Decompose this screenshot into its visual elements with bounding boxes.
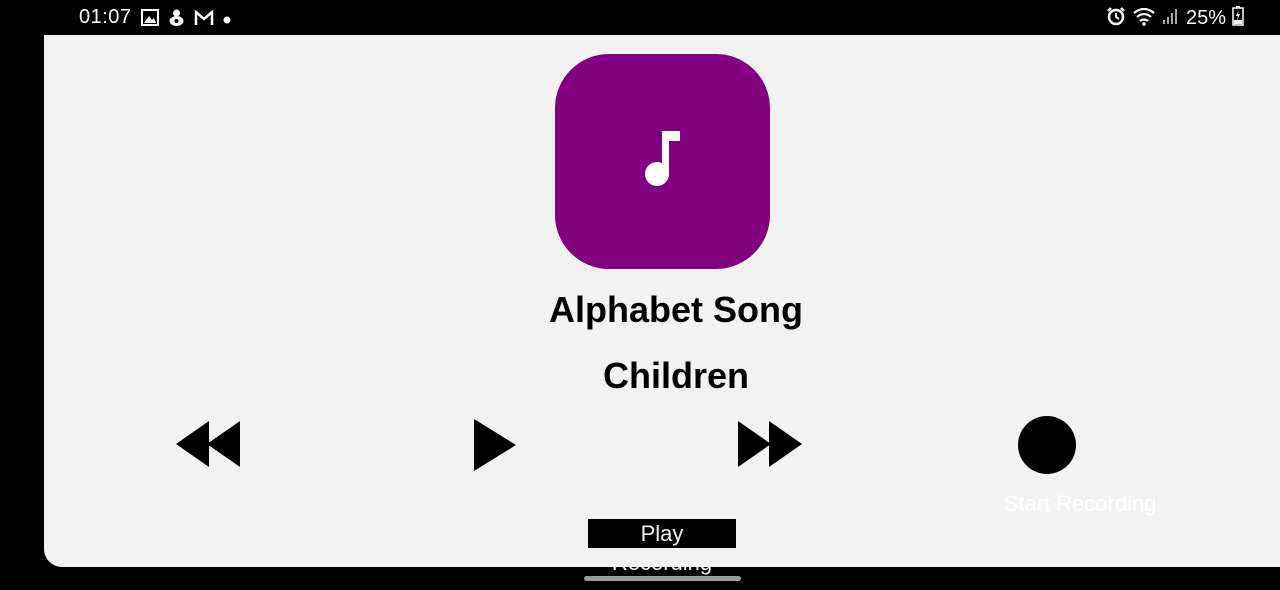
home-indicator[interactable] xyxy=(584,576,741,581)
status-bar: 01:07 25% xyxy=(0,0,1280,34)
notification-icons xyxy=(141,8,231,32)
signal-icon xyxy=(1162,7,1180,30)
album-art xyxy=(555,54,770,269)
battery-percentage: 25% xyxy=(1185,7,1226,29)
gallery-icon xyxy=(141,9,159,31)
wifi-icon xyxy=(1132,6,1156,31)
fast-forward-icon xyxy=(738,421,804,471)
song-artist: Children xyxy=(602,355,749,396)
battery-icon xyxy=(1232,6,1244,31)
gmail-icon xyxy=(194,8,214,31)
song-title: Alphabet Song xyxy=(549,289,803,330)
music-note-icon xyxy=(643,131,683,192)
play-button[interactable] xyxy=(474,419,516,471)
start-recording-label[interactable]: Start Recording xyxy=(994,491,1166,517)
dot-icon xyxy=(223,11,231,29)
play-recording-button[interactable]: Play Recording xyxy=(588,519,736,575)
play-icon xyxy=(474,419,516,475)
rewind-button[interactable] xyxy=(176,421,242,467)
fast-forward-button[interactable] xyxy=(738,421,804,467)
status-time: 01:07 xyxy=(79,6,132,28)
system-icons: 25% xyxy=(1106,6,1244,31)
rewind-icon xyxy=(176,421,242,471)
record-button[interactable] xyxy=(1018,416,1076,474)
download-icon xyxy=(168,8,185,32)
music-player-panel: Alphabet Song Children Start Recording P… xyxy=(44,35,1280,575)
alarm-icon xyxy=(1106,6,1126,31)
